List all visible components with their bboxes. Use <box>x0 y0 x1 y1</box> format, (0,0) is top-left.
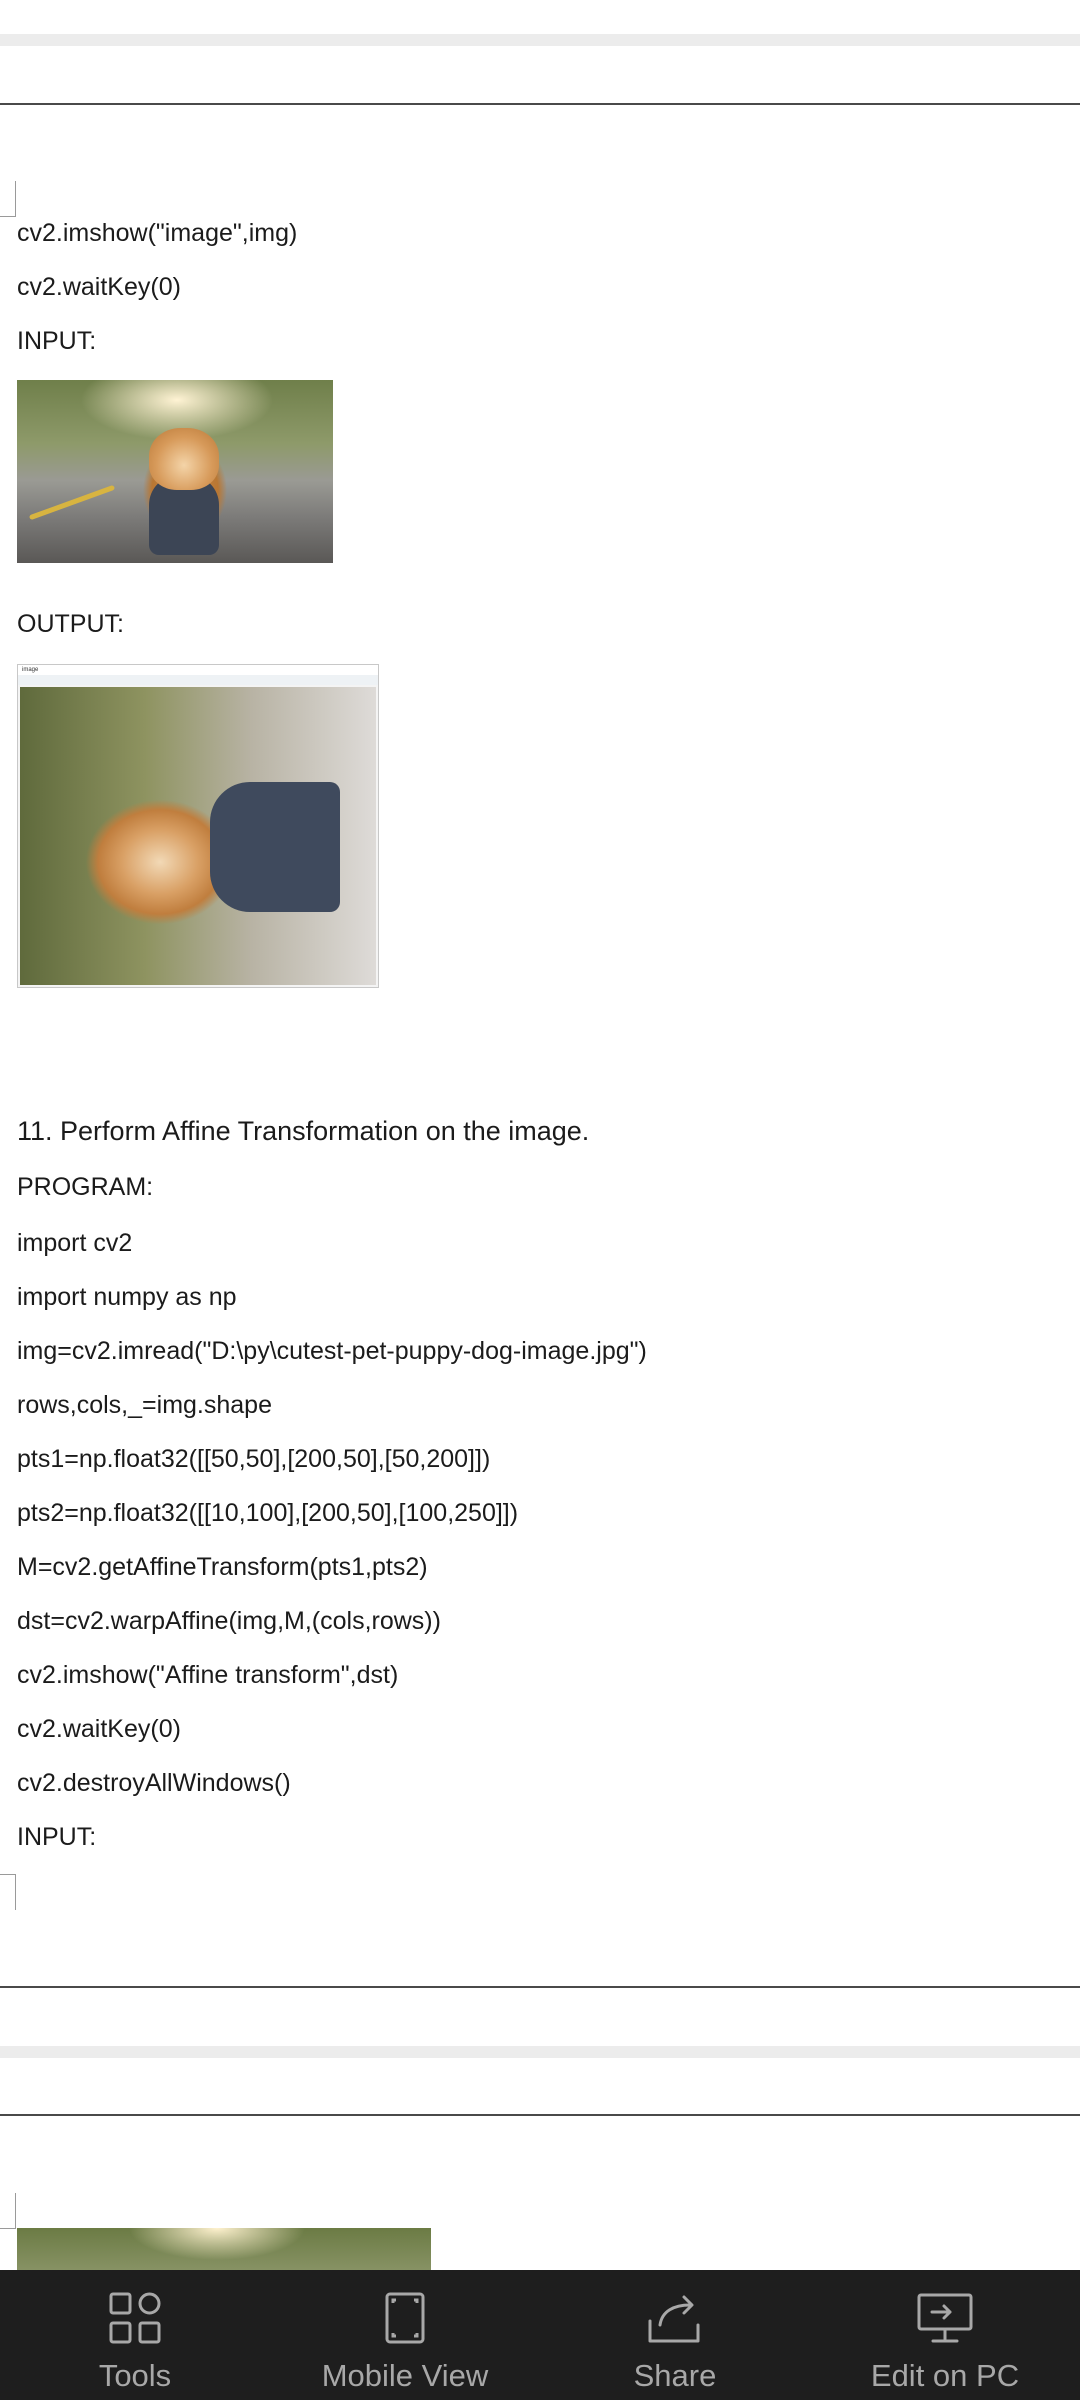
code-line: cv2.destroyAllWindows() <box>17 1769 291 1797</box>
page-gap-bottom <box>0 2046 1080 2058</box>
input-puppy-image[interactable] <box>17 380 333 563</box>
share-icon <box>645 2288 705 2348</box>
edit-on-pc-icon <box>915 2288 975 2348</box>
code-line: import numpy as np <box>17 1283 237 1311</box>
edit-on-pc-label: Edit on PC <box>870 2358 1020 2393</box>
code-line-imshow: cv2.imshow("image",img) <box>17 219 298 247</box>
page-top-rule <box>0 103 1080 105</box>
partial-puppy-image[interactable] <box>17 2228 431 2270</box>
mobile-view-label: Mobile View <box>321 2358 489 2393</box>
puppy-vest <box>210 782 340 912</box>
tools-label: Tools <box>98 2358 172 2393</box>
edit-on-pc-button[interactable]: Edit on PC <box>845 2270 1045 2400</box>
code-line: rows,cols,_=img.shape <box>17 1391 272 1419</box>
input-label: INPUT: <box>17 327 97 355</box>
next-page-top-rule <box>0 2114 1080 2116</box>
code-line: pts2=np.float32([[10,100],[200,50],[100,… <box>17 1499 519 1527</box>
code-line: img=cv2.imread("D:\py\cutest-pet-puppy-d… <box>17 1337 647 1365</box>
share-label: Share <box>633 2358 717 2393</box>
input-label-2: INPUT: <box>17 1823 97 1851</box>
output-window-screenshot[interactable]: image <box>17 664 379 988</box>
page-corner-mark <box>0 181 16 217</box>
road-marking <box>28 484 116 521</box>
code-line-waitkey: cv2.waitKey(0) <box>17 273 181 301</box>
code-line: cv2.imshow("Affine transform",dst) <box>17 1661 399 1689</box>
page-corner-mark <box>0 2193 16 2229</box>
code-line: dst=cv2.warpAffine(img,M,(cols,rows)) <box>17 1607 441 1635</box>
code-line: pts1=np.float32([[50,50],[200,50],[50,20… <box>17 1445 491 1473</box>
output-label: OUTPUT: <box>17 610 124 638</box>
section-heading: 11. Perform Affine Transformation on the… <box>17 1116 590 1146</box>
page-bottom-rule <box>0 1986 1080 1988</box>
code-line: cv2.waitKey(0) <box>17 1715 181 1743</box>
program-label: PROGRAM: <box>17 1173 154 1201</box>
output-window-title: image <box>18 665 378 675</box>
mobile-view-button[interactable]: Mobile View <box>305 2270 505 2400</box>
rotated-puppy-image <box>20 687 376 985</box>
bottom-toolbar: Tools Mobile View Share Edit on PC <box>0 2270 1080 2400</box>
page-corner-mark <box>0 1874 16 1910</box>
tools-button[interactable]: Tools <box>35 2270 235 2400</box>
code-line: import cv2 <box>17 1229 133 1257</box>
page-gap-top <box>0 34 1080 46</box>
mobile-view-icon <box>375 2288 435 2348</box>
output-window-toolbar <box>18 675 378 685</box>
code-line: M=cv2.getAffineTransform(pts1,pts2) <box>17 1553 428 1581</box>
tools-icon <box>105 2288 165 2348</box>
share-button[interactable]: Share <box>575 2270 775 2400</box>
puppy-head <box>149 428 219 490</box>
